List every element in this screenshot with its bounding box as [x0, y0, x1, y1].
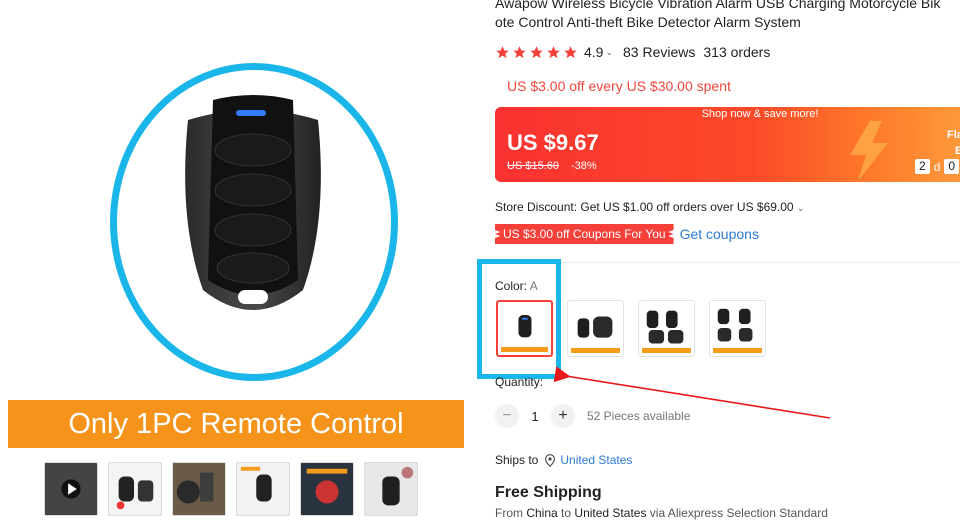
store-discount[interactable]: Store Discount: Get US $1.00 off orders … — [495, 200, 805, 214]
ship-to-word: to — [561, 506, 572, 520]
quantity-value[interactable]: 1 — [519, 409, 551, 424]
thumbnail-5[interactable] — [300, 462, 354, 516]
remote-control-image — [185, 95, 321, 310]
flash-deal-label: Fla — [947, 129, 960, 141]
star-icon — [496, 45, 509, 58]
quantity-plus-button[interactable]: + — [551, 404, 575, 428]
get-coupons-link[interactable]: Get coupons — [680, 226, 759, 242]
location-pin-icon — [545, 453, 556, 467]
price-banner: Shop now & save more! US $9.67 US $15.60… — [495, 107, 960, 182]
swatch-strip — [501, 347, 548, 352]
rating-row: 4.9 ⌄ 83 Reviews 313 orders — [495, 44, 770, 60]
swatch-strip — [713, 348, 762, 353]
current-price: US $9.67 — [507, 130, 599, 155]
product-title-line-1: Awapow Wireless Bicycle Vibration Alarm … — [495, 0, 941, 11]
divider — [495, 262, 960, 263]
color-swatch-b[interactable] — [567, 300, 624, 357]
gallery-caption: Only 1PC Remote Control — [8, 400, 464, 448]
banner-top-text: Shop now & save more! — [701, 108, 819, 120]
discount-percent: -38% — [571, 160, 597, 172]
star-icon — [564, 45, 577, 58]
thumbnail-6[interactable] — [364, 462, 418, 516]
color-swatch-a[interactable] — [496, 300, 553, 357]
countdown-days: 2 — [915, 159, 930, 174]
color-swatch-d[interactable] — [709, 300, 766, 357]
color-swatch-c[interactable] — [638, 300, 695, 357]
thumbnail-1[interactable] — [44, 462, 98, 516]
ships-to-country-link[interactable]: United States — [560, 453, 632, 467]
lightning-bolt-icon — [850, 121, 888, 181]
thumbnail-2[interactable] — [108, 462, 162, 516]
ship-to-country: United States — [574, 506, 647, 520]
swatch-strip — [571, 348, 620, 353]
original-price: US $15.60 — [507, 160, 559, 172]
ship-from-prefix: From — [495, 506, 523, 520]
flash-deal-label-2: E — [955, 145, 960, 157]
reviews-link[interactable]: 83 Reviews — [623, 44, 695, 60]
product-main-image[interactable]: Only 1PC Remote Control — [8, 0, 464, 450]
quantity-minus-button[interactable]: − — [495, 404, 519, 428]
coupon-badge[interactable]: US $3.00 off Coupons For You — [495, 224, 674, 244]
swatch-strip — [642, 348, 691, 353]
quantity-stepper: − 1 + 52 Pieces available — [495, 404, 690, 428]
shipping-detail: From China to United States via Aliexpre… — [495, 506, 828, 520]
product-title-line-2: ote Control Anti-theft Bike Detector Ala… — [495, 14, 801, 30]
pieces-available: 52 Pieces available — [587, 409, 691, 423]
countdown-unit: d — [933, 159, 941, 174]
star-rating — [495, 45, 578, 60]
rating-value[interactable]: 4.9 — [584, 44, 603, 60]
thumbnail-3[interactable] — [172, 462, 226, 516]
promo-line: US $3.00 off every US $30.00 spent — [507, 78, 731, 94]
ships-to-label: Ships to — [495, 453, 539, 467]
ship-via-text: via Aliexpress Selection Standard — [649, 506, 828, 520]
chevron-down-icon[interactable]: ⌄ — [605, 47, 613, 58]
countdown-hours: 0 — [944, 159, 960, 174]
star-icon — [513, 45, 526, 58]
free-shipping-title: Free Shipping — [495, 484, 602, 501]
countdown-timer: 2 d 0 — [915, 159, 960, 174]
chevron-down-icon: ⌄ — [796, 203, 805, 213]
star-icon — [547, 45, 560, 58]
star-icon — [530, 45, 543, 58]
color-swatches — [496, 300, 766, 357]
product-title: Awapow Wireless Bicycle Vibration Alarm … — [495, 0, 960, 32]
ships-to-row: Ships to United States — [495, 453, 632, 467]
thumbnail-strip — [44, 462, 418, 516]
thumbnail-4[interactable] — [236, 462, 290, 516]
coupon-row: US $3.00 off Coupons For You Get coupons — [495, 224, 759, 244]
store-discount-text: Store Discount: Get US $1.00 off orders … — [495, 200, 794, 214]
ship-from-country: China — [526, 506, 558, 520]
quantity-label: Quantity: — [495, 375, 544, 389]
orders-count: 313 orders — [703, 44, 771, 60]
